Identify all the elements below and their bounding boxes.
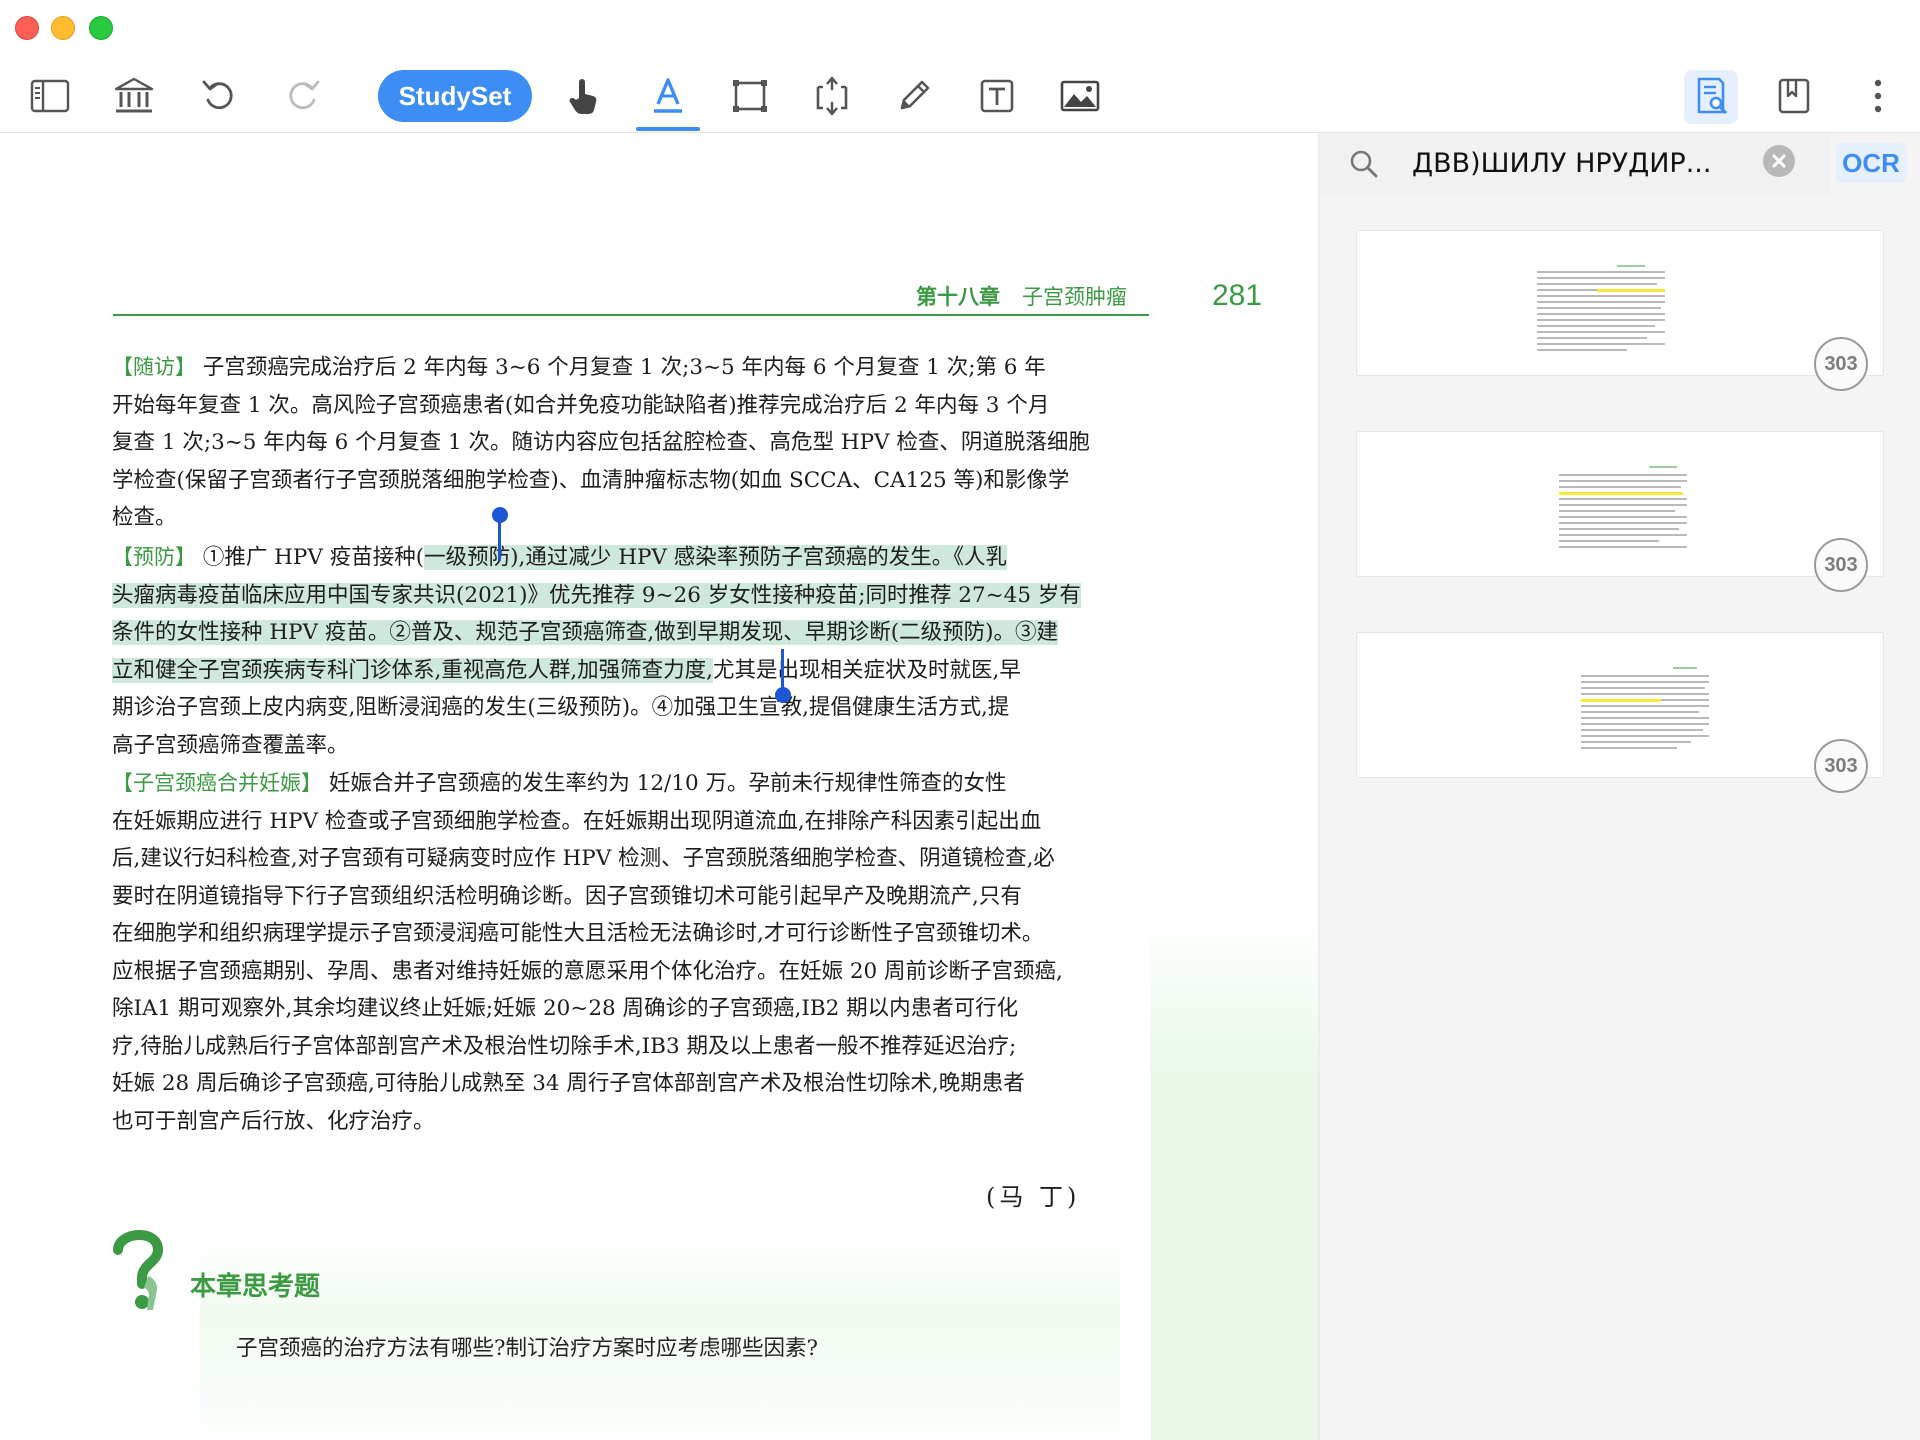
- selection-end-caret: [781, 649, 784, 691]
- crop-icon[interactable]: [808, 72, 856, 120]
- page-badge: 303: [1814, 538, 1868, 592]
- select-area-icon[interactable]: [726, 72, 774, 120]
- text-box-icon[interactable]: [973, 72, 1021, 120]
- search-result-card[interactable]: [1356, 431, 1884, 577]
- search-document-icon[interactable]: [1687, 72, 1735, 120]
- sidebar-toggle-icon[interactable]: [26, 72, 74, 120]
- zoom-window-button[interactable]: [89, 16, 113, 40]
- text-line: 检查。: [112, 505, 177, 530]
- question-mark-figure-icon: [113, 1230, 164, 1310]
- text-line: 学检查(保留子宫颈者行子宫颈脱落细胞学检查)、血清肿瘤标志物(如血 SCCA、C…: [112, 467, 1070, 493]
- section-lead-pregnancy: 【子宫颈癌合并妊娠】: [112, 771, 322, 795]
- document-page[interactable]: 第十八章 子宫颈肿瘤 281 【随访】 子宫颈癌完成治疗后 2 年内每 3~6 …: [0, 133, 1318, 1440]
- selected-text[interactable]: 头瘤病毒疫苗临床应用中国专家共识(2021)》优先推荐 9~26 岁女性接种疫苗…: [112, 582, 1081, 608]
- more-options-icon[interactable]: [1854, 72, 1902, 120]
- chapter-question: 子宫颈癌的治疗方法有哪些?制订治疗方案时应考虑哪些因素?: [236, 1336, 819, 1361]
- prevention-paragraph[interactable]: 【预防】 ①推广 HPV 疫苗接种(一级预防),通过减少 HPV 感染率预防子宫…: [112, 539, 1128, 764]
- search-input[interactable]: ДВВ)ШИЛУ НРУДИР...: [1412, 148, 1711, 179]
- page-header-chapter: 第十八章: [916, 285, 1000, 309]
- page-thumbnail: [1537, 265, 1665, 357]
- header-rule: [113, 314, 1149, 316]
- page-edge-tint: [1150, 913, 1318, 1440]
- library-icon[interactable]: [110, 72, 158, 120]
- image-icon[interactable]: [1056, 72, 1104, 120]
- search-result-card[interactable]: [1356, 230, 1884, 376]
- text-line: 复查 1 次;3~5 年内每 6 个月复查 1 次。随访内容应包括盆腔检查、高危…: [112, 430, 1090, 455]
- pregnancy-paragraph[interactable]: 【子宫颈癌合并妊娠】 妊娠合并子宫颈癌的发生率约为 12/10 万。孕前未行规律…: [112, 765, 1128, 1140]
- ocr-button[interactable]: OCR: [1836, 143, 1906, 183]
- page-thumbnail: [1581, 667, 1709, 759]
- followup-paragraph[interactable]: 【随访】 子宫颈癌完成治疗后 2 年内每 3~6 个月复查 1 次;3~5 年内…: [112, 349, 1128, 537]
- section-lead-prevention: 【预防】: [112, 545, 196, 569]
- page-badge: 303: [1814, 337, 1868, 391]
- text-line: 也可于剖宫产后行放、化疗治疗。: [112, 1108, 435, 1134]
- clear-search-button[interactable]: [1763, 145, 1795, 177]
- search-icon: [1350, 150, 1378, 178]
- text-line: 妊娠 28 周后确诊子宫颈癌,可待胎儿成熟至 34 周行子宫体部剖宫产术及根治性…: [112, 1071, 1025, 1096]
- minimize-window-button[interactable]: [51, 16, 75, 40]
- active-tool-indicator: [636, 127, 700, 131]
- text-line: 头瘤病毒疫苗临床应用中国专家共识(2021)》优先推荐 9~26 岁女性接种疫苗…: [112, 577, 1128, 615]
- text-line: 高子宫颈癌筛查覆盖率。: [112, 732, 349, 758]
- pencil-icon[interactable]: [890, 72, 938, 120]
- text-line: 立和健全子宫颈疾病专科门诊体系,重视高危人群,加强筛查力度,尤其是出现相关症状及…: [112, 657, 1021, 683]
- text-line: 【子宫颈癌合并妊娠】 妊娠合并子宫颈癌的发生率约为 12/10 万。孕前未行规律…: [112, 771, 1007, 796]
- page-header-title: 子宫颈肿瘤: [1022, 285, 1127, 309]
- section-lead-followup: 【随访】: [112, 355, 196, 379]
- text-line: 疗,待胎儿成熟后行子宫体部剖宫产术及根治性切除手术,ⅠB3 期及以上患者一般不推…: [112, 1033, 1017, 1059]
- studyset-button[interactable]: StudySet: [378, 70, 532, 122]
- hand-pan-icon[interactable]: [560, 72, 608, 120]
- text-line: 要时在阴道镜指导下行子宫颈组织活检明确诊断。因子宫颈锥切术可能引起早产及晚期流产…: [112, 883, 1022, 909]
- title-bar: [0, 0, 1920, 52]
- chapter-questions-title: 本章思考题: [190, 1272, 321, 1302]
- close-icon: [1772, 154, 1786, 168]
- text-line: 后,建议行妇科检查,对子宫颈有可疑病变时应作 HPV 检测、子宫颈脱落细胞学检查…: [112, 846, 1055, 871]
- search-result-card[interactable]: [1356, 632, 1884, 778]
- selected-text[interactable]: 条件的女性接种 HPV 疫苗。②普及、规范子宫颈癌筛查,做到早期发现、早期诊断(…: [112, 620, 1059, 645]
- page-thumbnail: [1559, 466, 1687, 558]
- text-line: 在细胞学和组织病理学提示子宫颈浸润癌可能性大且活检无法确诊时,才可行诊断性子宫颈…: [112, 921, 1044, 946]
- text-line: 期诊治子宫颈上皮内病变,阻断浸润癌的发生(三级预防)。④加强卫生宣教,提倡健康生…: [112, 695, 1010, 720]
- page-badge: 303: [1814, 739, 1868, 793]
- text-highlight-icon[interactable]: [644, 72, 692, 120]
- text-line: 开始每年复查 1 次。高风险子宫颈癌患者(如合并免疫功能缺陷者)推荐完成治疗后 …: [112, 392, 1050, 418]
- text-line: 【随访】 子宫颈癌完成治疗后 2 年内每 3~6 个月复查 1 次;3~5 年内…: [112, 355, 1046, 380]
- author-signature: (马 丁): [986, 1183, 1081, 1211]
- bookmark-icon[interactable]: [1770, 72, 1818, 120]
- text-line: 在妊娠期应进行 HPV 检查或子宫颈细胞学检查。在妊娠期出现阴道流血,在排除产科…: [112, 808, 1042, 834]
- close-window-button[interactable]: [15, 16, 39, 40]
- undo-icon[interactable]: [196, 72, 244, 120]
- page-number: 281: [1212, 279, 1263, 312]
- selected-text[interactable]: 立和健全子宫颈疾病专科门诊体系,重视高危人群,加强筛查力度,: [112, 657, 714, 683]
- selected-text[interactable]: 一级预防),通过减少 HPV 感染率预防子宫颈癌的发生。《人乳: [424, 545, 1008, 570]
- text-line: 应根据子宫颈癌期别、孕周、患者对维持妊娠的意愿采用个体化治疗。在妊娠 20 周前…: [112, 958, 1063, 984]
- redo-icon[interactable]: [278, 72, 326, 120]
- text-line: 条件的女性接种 HPV 疫苗。②普及、规范子宫颈癌筛查,做到早期发现、早期诊断(…: [112, 614, 1128, 652]
- selection-end-handle[interactable]: [775, 687, 791, 703]
- toolbar: StudySet: [0, 52, 1920, 132]
- selection-start-caret: [498, 519, 501, 561]
- text-line: 【预防】 ①推广 HPV 疫苗接种(一级预防),通过减少 HPV 感染率预防子宫…: [112, 545, 1008, 570]
- text-line: 除ⅠA1 期可观察外,其余均建议终止妊娠;妊娠 20~28 周确诊的子宫颈癌,Ⅰ…: [112, 996, 1019, 1021]
